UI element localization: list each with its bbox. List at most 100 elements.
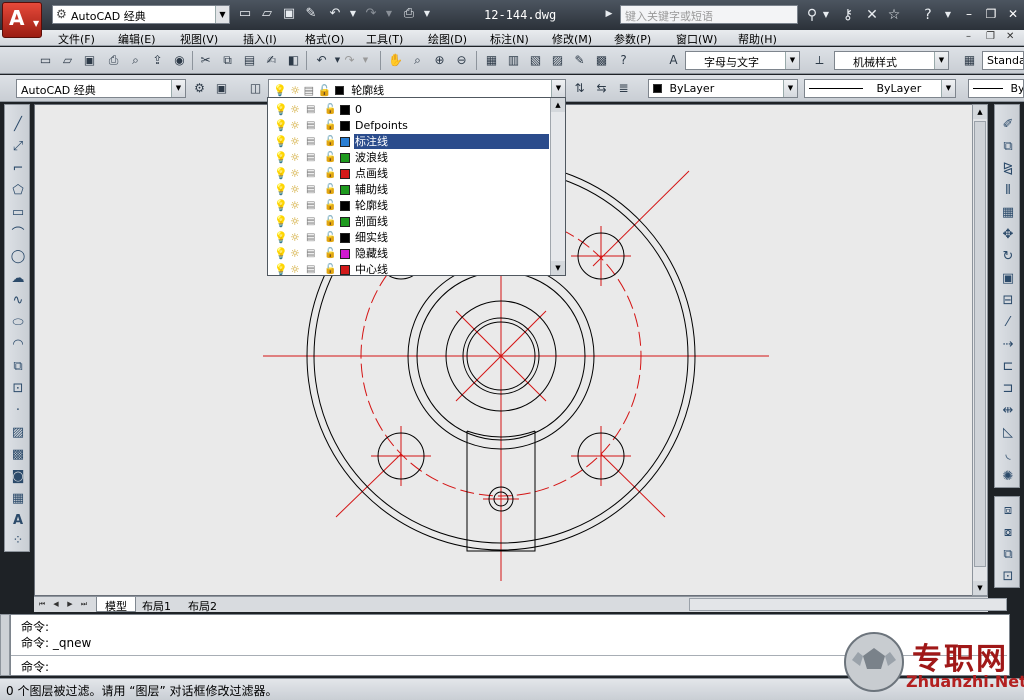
open-folder-icon[interactable]: ▱: [258, 5, 276, 23]
help-icon[interactable]: ?: [614, 51, 633, 70]
vertical-scrollbar[interactable]: ▲ ▼: [972, 104, 988, 596]
chamfer-icon[interactable]: ◺: [998, 423, 1018, 443]
lightbulb-icon[interactable]: 💡: [274, 263, 288, 277]
lock-icon[interactable]: 🔓: [324, 135, 336, 149]
layer-combo[interactable]: 💡 ☼ ▤ 🔓 轮廓线 ▼: [268, 79, 566, 98]
open-icon[interactable]: ▱: [58, 51, 77, 70]
sheet-set-icon[interactable]: ▨: [548, 51, 567, 70]
send-to-back-icon[interactable]: ⧇: [998, 523, 1018, 543]
scroll-down-icon[interactable]: ▼: [551, 261, 565, 275]
layer-row[interactable]: 💡 ☼ ▤ 🔓 辅助线: [270, 182, 550, 198]
lock-icon[interactable]: 🔓: [324, 103, 336, 117]
undo-icon[interactable]: ↶: [326, 5, 344, 23]
revision-cloud-icon[interactable]: ☁: [8, 269, 28, 289]
layer-row[interactable]: 💡 ☼ ▤ 🔓 细实线: [270, 230, 550, 246]
menu-insert[interactable]: 插入(I): [243, 31, 277, 47]
tab-layout2[interactable]: 布局2: [180, 597, 225, 613]
layer-row[interactable]: 💡 ☼ ▤ 🔓 Defpoints: [270, 118, 550, 134]
lock-icon[interactable]: 🔓: [324, 199, 336, 213]
next-tab-icon[interactable]: ▶: [64, 598, 76, 611]
construction-line-icon[interactable]: ⤢: [8, 137, 28, 157]
lightbulb-icon[interactable]: 💡: [274, 215, 288, 229]
stretch-icon[interactable]: ⊟: [998, 291, 1018, 311]
polyline-icon[interactable]: ⌐: [8, 159, 28, 179]
point-icon[interactable]: ·: [8, 401, 28, 421]
save-as-icon[interactable]: ✎: [302, 5, 320, 23]
dim-style-icon[interactable]: ⟂: [810, 51, 829, 70]
sun-icon[interactable]: ☼: [290, 263, 300, 277]
ellipse-arc-icon[interactable]: ◠: [8, 335, 28, 355]
lightbulb-icon[interactable]: 💡: [274, 231, 288, 245]
pan-icon[interactable]: ✋: [386, 51, 405, 70]
viewport-freeze-icon[interactable]: ▤: [306, 151, 315, 165]
erase-icon[interactable]: ✐: [998, 115, 1018, 135]
layer-dropdown-list[interactable]: ▲ ▼ 💡 ☼ ▤ 🔓 0 💡 ☼ ▤ 🔓 Defpoints 💡 ☼ ▤ 🔓 标注线 💡 ☼ ▤ 🔓 波浪线 💡 ☼ ▤ 🔓…: [267, 97, 566, 276]
lock-icon[interactable]: 🔓: [324, 231, 336, 245]
dim-style-combo[interactable]: 机械样式 ▼: [834, 51, 949, 70]
close-icon[interactable]: ✕: [1004, 6, 1022, 22]
color-combo[interactable]: ByLayer ▼: [648, 79, 798, 98]
table-icon[interactable]: ▦: [8, 489, 28, 509]
scroll-down-icon[interactable]: ▼: [973, 581, 987, 595]
sun-icon[interactable]: ☼: [290, 167, 300, 181]
layer-color-swatch[interactable]: [340, 137, 350, 147]
insert-block-icon[interactable]: ⧉: [8, 357, 28, 377]
arc-icon[interactable]: ⌒: [8, 225, 28, 245]
zoom-window-icon[interactable]: ⊕: [430, 51, 449, 70]
tool-palettes-icon[interactable]: ▧: [526, 51, 545, 70]
rotate-icon[interactable]: ↻: [998, 247, 1018, 267]
table-style-icon[interactable]: ▦: [960, 51, 979, 70]
workspace-combo[interactable]: AutoCAD 经典 ▼: [16, 79, 186, 98]
restore-icon[interactable]: ❐: [982, 6, 1000, 22]
layer-manager-icon[interactable]: ◫: [246, 79, 265, 98]
extend-icon[interactable]: ⇢: [998, 335, 1018, 355]
new-icon[interactable]: ▭: [36, 51, 55, 70]
restore-icon[interactable]: ❐: [986, 31, 995, 42]
circle-icon[interactable]: ◯: [8, 247, 28, 267]
redo-icon[interactable]: ↷: [362, 5, 380, 23]
move-icon[interactable]: ✥: [998, 225, 1018, 245]
mirror-icon[interactable]: ⧎: [998, 159, 1018, 179]
layer-row[interactable]: 💡 ☼ ▤ 🔓 剖面线: [270, 214, 550, 230]
viewport-freeze-icon[interactable]: ▤: [306, 231, 315, 245]
viewport-freeze-icon[interactable]: ▤: [306, 135, 315, 149]
add-selected-icon[interactable]: ⁘: [8, 531, 28, 551]
zoom-previous-icon[interactable]: ⊖: [452, 51, 471, 70]
sun-icon[interactable]: ☼: [290, 151, 300, 165]
preview-icon[interactable]: ⌕: [126, 51, 145, 70]
chevron-down-icon[interactable]: ▼: [816, 5, 836, 25]
break-icon[interactable]: ⊐: [998, 379, 1018, 399]
workspace-switcher[interactable]: ⚙ AutoCAD 经典 ▼: [52, 5, 230, 24]
region-icon[interactable]: ◙: [8, 467, 28, 487]
close-icon[interactable]: ✕: [1006, 31, 1014, 42]
menu-tools[interactable]: 工具(T): [366, 31, 403, 47]
cut-icon[interactable]: ✂: [196, 51, 215, 70]
menu-view[interactable]: 视图(V): [180, 31, 218, 47]
lightbulb-icon[interactable]: 💡: [274, 103, 288, 117]
layer-row[interactable]: 💡 ☼ ▤ 🔓 标注线: [270, 134, 550, 150]
spline-icon[interactable]: ∿: [8, 291, 28, 311]
layer-state-icon[interactable]: ≣: [614, 79, 633, 98]
layer-color-swatch[interactable]: [340, 201, 350, 211]
menu-draw[interactable]: 绘图(D): [428, 31, 467, 47]
tab-model[interactable]: 模型: [96, 597, 136, 613]
layer-color-swatch[interactable]: [340, 249, 350, 259]
viewport-freeze-icon[interactable]: ▤: [306, 263, 315, 277]
menu-help[interactable]: 帮助(H): [738, 31, 777, 47]
sun-icon[interactable]: ☼: [290, 183, 300, 197]
menu-parametric[interactable]: 参数(P): [614, 31, 651, 47]
prev-tab-icon[interactable]: ◀: [50, 598, 62, 611]
menu-modify[interactable]: 修改(M): [552, 31, 592, 47]
print-icon[interactable]: ⎙: [400, 5, 418, 23]
menu-format[interactable]: 格式(O): [305, 31, 344, 47]
viewport-freeze-icon[interactable]: ▤: [306, 167, 315, 181]
layer-row[interactable]: 💡 ☼ ▤ 🔓 0: [270, 102, 550, 118]
layer-row[interactable]: 💡 ☼ ▤ 🔓 隐藏线: [270, 246, 550, 262]
menu-window[interactable]: 窗口(W): [676, 31, 717, 47]
save-icon[interactable]: ▣: [280, 5, 298, 23]
lightbulb-icon[interactable]: 💡: [274, 167, 288, 181]
help-icon[interactable]: ?: [918, 5, 938, 25]
viewport-freeze-icon[interactable]: ▤: [306, 103, 315, 117]
multiline-text-icon[interactable]: A: [8, 511, 28, 531]
paste-icon[interactable]: ▤: [240, 51, 259, 70]
